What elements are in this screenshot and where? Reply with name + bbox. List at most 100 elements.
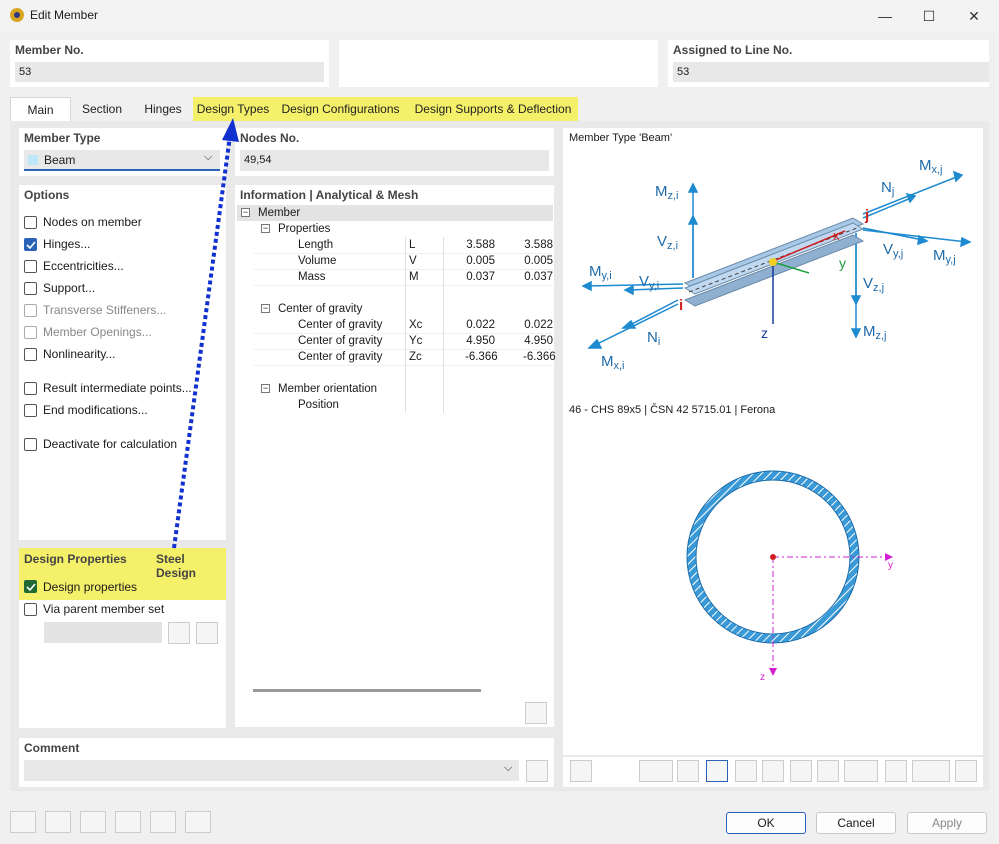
member-diagram: Mz,i Vz,i My,i Vy,i Ni Mx,i Mx,j Nj Vy,j… [581, 157, 972, 372]
via-parent-checkbox[interactable] [24, 603, 37, 616]
apply-button[interactable]: Apply [907, 812, 987, 834]
select-icon[interactable] [80, 811, 106, 833]
info-label: Information | Analytical & Mesh [240, 188, 419, 202]
option-checkbox-1[interactable] [24, 238, 37, 251]
graphics-toolbar [563, 757, 983, 787]
option-checkbox-6[interactable] [24, 348, 37, 361]
dimension-icon[interactable] [677, 760, 699, 782]
prop-row-0-sym: L [409, 239, 416, 251]
stress-points-icon[interactable] [790, 760, 812, 782]
member-no-label: Member No. [15, 43, 84, 57]
option-checkbox-3[interactable] [24, 282, 37, 295]
formula-icon[interactable] [185, 811, 211, 833]
svg-text:Vy,j: Vy,j [883, 241, 903, 260]
option-label-7: Result intermediate points... [43, 381, 192, 395]
member-type-panel: Member Type Beam ⌵ [19, 128, 226, 176]
comment-chevron-icon[interactable]: ⌵ [504, 762, 512, 775]
close-button[interactable]: ✕ [956, 4, 992, 28]
orientation-expander-icon[interactable]: − [261, 384, 270, 393]
sync-view-icon[interactable] [570, 760, 592, 782]
member-type-select[interactable]: Beam ⌵ [24, 150, 220, 171]
member-type-label: Member Type [24, 131, 101, 145]
comment-input[interactable] [24, 760, 519, 781]
tree-orientation: Member orientation [278, 383, 378, 395]
cog-row-1-name: Center of gravity [298, 335, 383, 347]
cog-row-2-name: Center of gravity [298, 351, 383, 363]
tab-design-configurations[interactable]: Design Configurations [273, 97, 408, 122]
svg-text:x: x [833, 228, 840, 243]
cog-row-0-v2: 0.022 [524, 319, 553, 331]
section-panel: 46 - CHS 89x5 | ČSN 42 5715.01 | Ferona … [563, 400, 983, 755]
svg-text:Mz,j: Mz,j [863, 323, 887, 342]
option-checkbox-4[interactable] [24, 304, 37, 317]
edit-set-icon[interactable] [196, 622, 218, 644]
properties-expander-icon[interactable]: − [261, 224, 270, 233]
print-icon[interactable] [912, 760, 950, 782]
view-icon[interactable] [115, 811, 141, 833]
option-checkbox-9[interactable] [24, 438, 37, 451]
window-title: Edit Member [30, 8, 99, 22]
tab-section[interactable]: Section [71, 97, 133, 122]
cog-expander-icon[interactable]: − [261, 304, 270, 313]
svg-text:Vz,j: Vz,j [863, 275, 884, 294]
design-properties-checkbox[interactable] [24, 580, 37, 593]
prop-row-2-v2: 0.037 [524, 271, 553, 283]
tab-main[interactable]: Main [10, 97, 71, 122]
render-mode-icon[interactable] [639, 760, 673, 782]
beam-color-swatch [28, 155, 38, 165]
ok-button[interactable]: OK [726, 812, 806, 834]
prop-row-0-v2: 3.588 [524, 239, 553, 251]
shear-center-icon[interactable] [735, 760, 757, 782]
svg-text:Ni: Ni [647, 329, 660, 348]
option-checkbox-0[interactable] [24, 216, 37, 229]
delete-icon[interactable] [150, 811, 176, 833]
member-diagram-panel: Member Type 'Beam' Mz,i Vz,i My,i Vy,i N… [563, 128, 983, 400]
member-expander-icon[interactable]: − [241, 208, 250, 217]
prop-row-2-sym: M [409, 271, 419, 283]
units-icon[interactable] [45, 811, 71, 833]
cog-row-1-v1: 4.950 [466, 335, 495, 347]
steel-design-label: Steel Design [156, 552, 197, 580]
option-checkbox-7[interactable] [24, 382, 37, 395]
member-set-field[interactable] [44, 622, 162, 643]
svg-text:Vz,i: Vz,i [657, 233, 678, 252]
reset-view-icon[interactable] [955, 760, 977, 782]
option-checkbox-2[interactable] [24, 260, 37, 273]
tab-hinges[interactable]: Hinges [133, 97, 193, 122]
nodes-field[interactable]: 49,54 [240, 150, 549, 171]
option-checkbox-8[interactable] [24, 404, 37, 417]
help-icon[interactable] [10, 811, 36, 833]
horizontal-scrollbar[interactable] [253, 689, 481, 692]
tree-properties: Properties [278, 223, 331, 235]
via-parent-panel: Via parent member set [19, 600, 226, 728]
comment-copy-icon[interactable] [526, 760, 548, 782]
cog-row-0-sym: Xc [409, 319, 423, 331]
minimize-button[interactable]: — [867, 4, 903, 28]
cancel-button[interactable]: Cancel [816, 812, 896, 834]
comment-label: Comment [24, 741, 80, 755]
option-checkbox-5[interactable] [24, 326, 37, 339]
section-axes-icon[interactable] [762, 760, 784, 782]
assigned-field[interactable]: 53 [673, 62, 989, 82]
hidden-elements-icon[interactable] [817, 760, 839, 782]
maximize-button[interactable]: ☐ [911, 4, 947, 28]
tree-row-separator [253, 365, 553, 366]
tab-design-types[interactable]: Design Types [193, 97, 273, 122]
design-properties-label: Design Properties [24, 552, 127, 566]
centroid-icon[interactable] [706, 760, 728, 782]
prop-row-0-v1: 3.588 [466, 239, 495, 251]
tree-row-separator [253, 285, 553, 286]
info-panel: Information | Analytical & Mesh − Member −… [235, 185, 556, 681]
numbering-icon[interactable] [885, 760, 907, 782]
design-properties-text: Design properties [43, 580, 138, 594]
tab-design-supports-deflection[interactable]: Design Supports & Deflection [408, 97, 578, 122]
svg-text:My,j: My,j [933, 247, 956, 266]
table-export-icon[interactable] [525, 702, 547, 724]
prop-row-2-name: Mass [298, 271, 326, 283]
option-label-5: Member Openings... [43, 325, 152, 339]
table-view-icon[interactable] [844, 760, 878, 782]
new-set-icon[interactable] [168, 622, 190, 644]
member-no-field[interactable]: 53 [15, 62, 324, 82]
member-type-value: Beam [44, 153, 76, 167]
title-bar: Edit Member — ☐ ✕ [0, 0, 999, 32]
